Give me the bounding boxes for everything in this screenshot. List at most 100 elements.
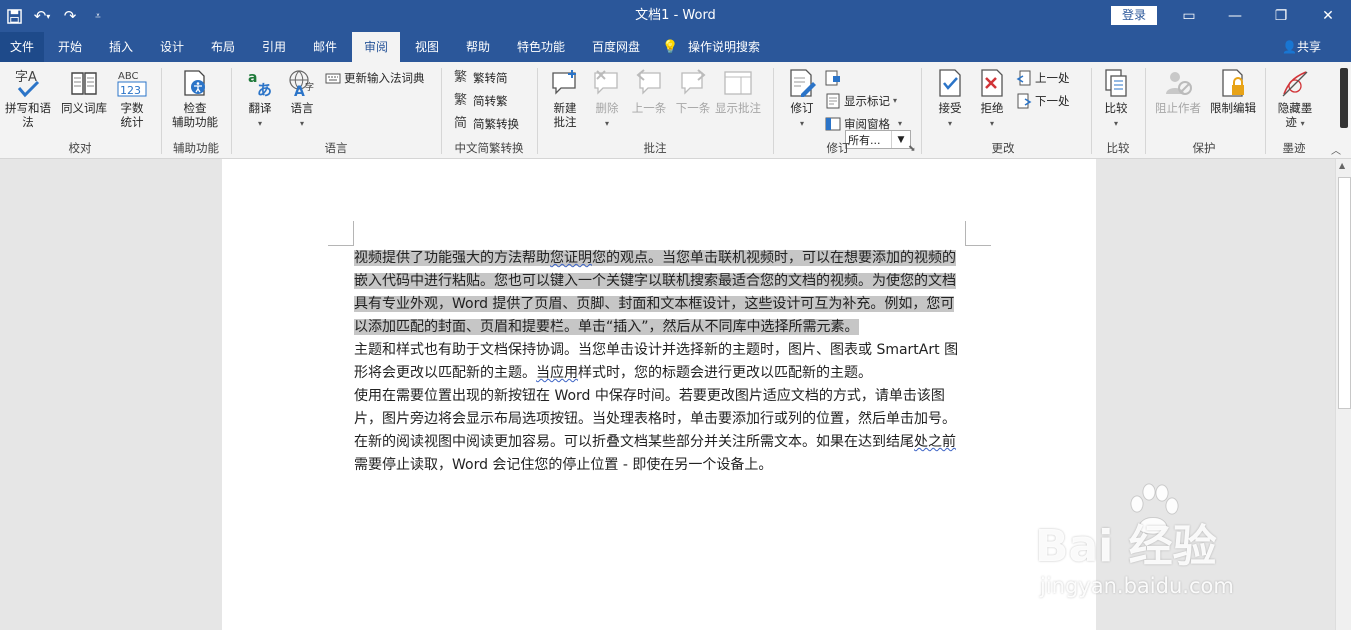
title-bar: ↶ ▾ ↷ ⩡ 文档1 - Word 登录 ▭ — ❐ ✕ [0, 0, 1351, 32]
track-changes-icon [790, 69, 816, 97]
grammar-flagged-text: 当应用 [536, 365, 578, 381]
redo-icon[interactable]: ↷ [56, 0, 84, 32]
restrict-editing-button[interactable]: 限制编辑 [1206, 68, 1260, 115]
spelling-grammar-button[interactable]: 字A 拼写和语法 [0, 68, 56, 129]
chevron-down-icon: ▾ [947, 119, 952, 128]
reviewing-pane-button[interactable]: 审阅窗格 ▾ [825, 114, 902, 134]
chevron-down-icon: ▾ [893, 96, 898, 105]
new-comment-button[interactable]: 新建 批注 [545, 68, 585, 129]
group-label-chinese-conversion: 中文简繁转换 [454, 141, 524, 155]
svg-text:A: A [294, 84, 305, 98]
markup-view-icon-button[interactable] [825, 68, 844, 88]
track-changes-button[interactable]: 修订 ▾ [782, 68, 822, 131]
ribbon-display-icon[interactable]: ▭ [1166, 0, 1212, 32]
simplified-to-traditional-button[interactable]: 繁 简转繁 [454, 91, 508, 111]
share-label: 共享 [1296, 40, 1321, 54]
next-change-icon [1017, 93, 1032, 109]
grammar-flagged-text: 处之前 [914, 434, 956, 450]
paragraph-1[interactable]: 视频提供了功能强大的方法帮助您证明您的观点。当您单击联机视频时，可以在想要添加的… [354, 247, 965, 339]
side-scroll-indicator [1340, 68, 1348, 128]
next-comment-button[interactable]: 下一条 [672, 68, 714, 115]
previous-change-label: 上一处 [1035, 71, 1070, 85]
reject-button[interactable]: 拒绝 ▾ [972, 68, 1012, 131]
chevron-down-icon: ▾ [604, 119, 609, 128]
block-authors-button[interactable]: 阻止作者 [1151, 68, 1205, 115]
paragraph-2[interactable]: 主题和样式也有助于文档保持协调。当您单击设计并选择新的主题时，图片、图表或 Sm… [354, 339, 965, 385]
review-ribbon: 字A 拼写和语法 同义词库 ABC 123 字数 统计 校对 检查 辅助功能 辅助… [0, 62, 1351, 159]
reviewing-pane-label: 审阅窗格 [844, 117, 890, 131]
share-button[interactable]: 👤共享 [1282, 32, 1321, 62]
traditional-to-simplified-button[interactable]: 繁 繁转简 [454, 68, 508, 88]
tab-file[interactable]: 文件 [0, 32, 44, 62]
minimize-icon[interactable]: — [1212, 0, 1258, 32]
chinese-conversion-button[interactable]: 简 简繁转换 [454, 114, 519, 134]
chevron-down-icon: ▾ [1300, 119, 1305, 128]
document-page[interactable]: 视频提供了功能强大的方法帮助您证明您的观点。当您单击联机视频时，可以在想要添加的… [222, 159, 1096, 630]
language-button[interactable]: A字 语言 ▾ [283, 68, 321, 131]
t2s-label: 繁转简 [473, 71, 508, 85]
check-accessibility-label-2: 辅助功能 [172, 115, 218, 129]
translate-label: 翻译 [248, 101, 272, 115]
paragraph-4[interactable]: 在新的阅读视图中阅读更加容易。可以折叠文档某些部分并关注所需文本。如果在达到结尾… [354, 431, 965, 477]
person-icon: 👤 [1282, 40, 1297, 54]
chevron-down-icon: ▾ [799, 119, 804, 128]
translate-button[interactable]: aあ 翻译 ▾ [240, 68, 280, 131]
tab-design[interactable]: 设计 [150, 32, 194, 62]
restore-icon[interactable]: ❐ [1258, 0, 1304, 32]
scrollbar-thumb[interactable] [1338, 177, 1351, 409]
markup-view-icon [825, 70, 840, 86]
save-icon[interactable] [0, 0, 28, 32]
previous-change-button[interactable]: 上一处 [1016, 68, 1070, 88]
tab-mailings[interactable]: 邮件 [303, 32, 347, 62]
group-label-ink: 墨迹 [1282, 141, 1306, 155]
new-comment-icon [552, 70, 576, 95]
tab-view[interactable]: 视图 [405, 32, 449, 62]
margin-corner-mark [965, 221, 966, 246]
thesaurus-label: 同义词库 [61, 101, 107, 115]
accessibility-icon [184, 70, 205, 96]
lock-document-icon [1222, 69, 1244, 97]
scroll-up-icon[interactable]: ▲ [1339, 161, 1345, 170]
tab-layout[interactable]: 布局 [201, 32, 245, 62]
tab-home[interactable]: 开始 [48, 32, 92, 62]
paragraph-3[interactable]: 使用在需要位置出现的新按钮在 Word 中保存时间。若要更改图片适应文档的方式，… [354, 385, 965, 431]
customize-icon[interactable]: ⩡ [84, 0, 112, 32]
show-comments-button[interactable]: 显示批注 [713, 68, 763, 115]
vertical-scrollbar[interactable]: ▲ [1335, 159, 1351, 630]
hide-ink-button[interactable]: 隐藏墨 迹 ▾ [1272, 68, 1318, 131]
next-change-button[interactable]: 下一处 [1016, 91, 1070, 111]
thesaurus-button[interactable]: 同义词库 [58, 68, 110, 115]
group-label-compare: 比较 [1106, 141, 1130, 155]
svg-text:123: 123 [120, 84, 141, 97]
language-label: 语言 [290, 101, 314, 115]
document-body[interactable]: 视频提供了功能强大的方法帮助您证明您的观点。当您单击联机视频时，可以在想要添加的… [354, 247, 965, 477]
undo-icon[interactable]: ↶ ▾ [28, 0, 56, 32]
tab-references[interactable]: 引用 [252, 32, 296, 62]
check-accessibility-button[interactable]: 检查 辅助功能 [166, 68, 224, 129]
word-count-button[interactable]: ABC 123 字数 统计 [112, 68, 152, 129]
tab-baidu-netdisk[interactable]: 百度网盘 [586, 32, 646, 62]
group-label-accessibility: 辅助功能 [173, 141, 219, 155]
close-icon[interactable]: ✕ [1305, 0, 1351, 32]
group-label-comments: 批注 [643, 141, 667, 155]
compare-button[interactable]: 比较 ▾ [1096, 68, 1136, 131]
login-button[interactable]: 登录 [1111, 6, 1157, 25]
tab-special-features[interactable]: 特色功能 [511, 32, 571, 62]
previous-comment-icon [636, 69, 661, 95]
delete-comment-button[interactable]: 删除 ▾ [590, 68, 624, 131]
hide-ink-label-1: 隐藏墨 [1277, 101, 1313, 115]
update-ime-dictionary-button[interactable]: 更新输入法词典 [325, 68, 425, 88]
accept-button[interactable]: 接受 ▾ [930, 68, 970, 131]
update-ime-label: 更新输入法词典 [344, 71, 425, 85]
previous-comment-button[interactable]: 上一条 [628, 68, 670, 115]
tab-review[interactable]: 审阅 [352, 32, 400, 62]
ribbon-tabs: 文件 开始 插入 设计 布局 引用 邮件 审阅 视图 帮助 特色功能 百度网盘 … [0, 32, 1351, 62]
tab-help[interactable]: 帮助 [456, 32, 500, 62]
tell-me-label: 操作说明搜索 [688, 40, 761, 54]
hide-ink-icon [1282, 71, 1308, 97]
tab-tell-me[interactable]: 💡 操作说明搜索 [662, 32, 774, 62]
tab-insert[interactable]: 插入 [99, 32, 143, 62]
show-markup-button[interactable]: 显示标记 ▾ [825, 91, 897, 111]
chevron-down-icon: ▾ [299, 119, 304, 128]
tracking-options-launcher-icon[interactable]: ⬊ [908, 143, 916, 155]
